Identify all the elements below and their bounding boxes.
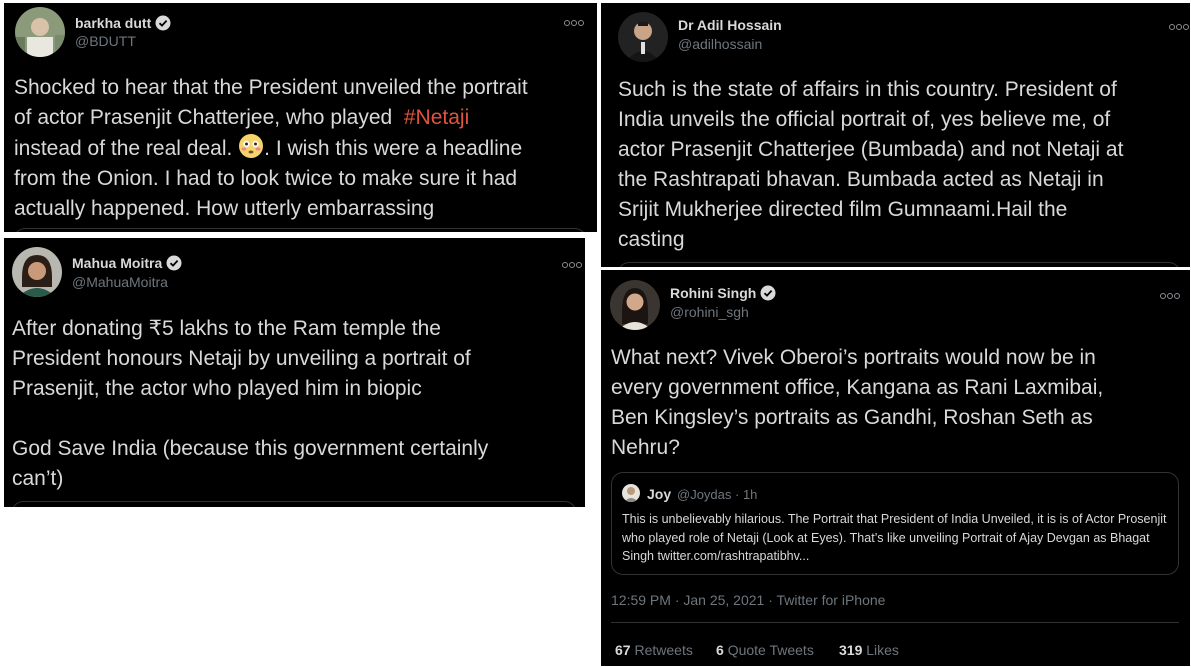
author-handle[interactable]: @rohini_sgh <box>670 304 749 320</box>
retweets-count: 67 <box>615 642 631 658</box>
embed-card-edge <box>14 228 586 232</box>
tweet-card-adil: Dr Adil Hossain @adilhossain Such is the… <box>601 3 1190 267</box>
tweet-text: After donating ₹5 lakhs to the Ram templ… <box>12 317 489 490</box>
author-name-text[interactable]: barkha dutt <box>75 15 151 31</box>
quoted-author-name[interactable]: Joy <box>647 486 671 502</box>
avatar[interactable] <box>12 247 62 297</box>
flushed-face-emoji <box>239 134 264 158</box>
likes-stat[interactable]: 319 Likes <box>839 642 899 658</box>
quote-tweets-label: Quote Tweets <box>727 642 814 658</box>
tweet-text: Shocked to hear that the President unvei… <box>14 73 594 224</box>
avatar[interactable] <box>15 7 65 57</box>
author-name-text[interactable]: Dr Adil Hossain <box>678 17 782 33</box>
tweet-text-middle: instead of the real deal. <box>14 137 233 160</box>
tweet-card-mahua: Mahua Moitra @MahuaMoitra After donating… <box>4 238 585 507</box>
likes-label: Likes <box>866 642 899 658</box>
embed-card-edge <box>12 501 576 507</box>
quoted-tweet-text: This is unbelievably hilarious. The Port… <box>622 512 1167 563</box>
retweets-label: Retweets <box>634 642 693 658</box>
author-handle[interactable]: @BDUTT <box>75 33 136 49</box>
divider <box>611 622 1179 623</box>
author-name-text[interactable]: Mahua Moitra <box>72 255 162 271</box>
more-options-icon[interactable] <box>564 13 585 29</box>
likes-count: 319 <box>839 642 863 658</box>
avatar[interactable] <box>618 12 668 62</box>
retweets-stat[interactable]: 67 Retweets <box>615 642 693 658</box>
tweet-card-barkha: barkha dutt @BDUTT Shocked to hear that … <box>4 3 597 232</box>
quoted-tweet[interactable]: Joy @Joydas · 1h This is unbelievably hi… <box>611 472 1179 575</box>
more-options-icon[interactable] <box>1169 17 1190 33</box>
more-options-icon[interactable] <box>1160 286 1181 302</box>
author-name[interactable]: Dr Adil Hossain <box>678 17 782 33</box>
author-name[interactable]: barkha dutt <box>75 15 171 31</box>
more-options-icon[interactable] <box>562 255 583 271</box>
tweet-card-rohini: Rohini Singh @rohini_sgh What next? Vive… <box>601 270 1190 666</box>
quoted-time: · 1h <box>735 487 758 502</box>
verified-badge-icon <box>155 15 171 31</box>
quote-tweets-count: 6 <box>716 642 724 658</box>
author-name-text[interactable]: Rohini Singh <box>670 285 756 301</box>
tweet-text: What next? Vivek Oberoi’s portraits woul… <box>611 346 1104 459</box>
embed-card-edge <box>618 262 1180 267</box>
author-handle[interactable]: @adilhossain <box>678 36 762 52</box>
author-handle[interactable]: @MahuaMoitra <box>72 274 168 290</box>
quote-tweets-stat[interactable]: 6 Quote Tweets <box>716 642 814 658</box>
avatar[interactable] <box>610 280 660 330</box>
tweet-timestamp[interactable]: 12:59 PM · Jan 25, 2021 · Twitter for iP… <box>611 592 885 608</box>
quoted-avatar[interactable] <box>622 484 640 502</box>
author-name[interactable]: Rohini Singh <box>670 285 776 301</box>
hashtag-link[interactable]: #Netaji <box>404 106 469 129</box>
verified-badge-icon <box>166 255 182 271</box>
author-name[interactable]: Mahua Moitra <box>72 255 182 271</box>
quoted-author-meta[interactable]: @Joydas · 1h <box>677 487 757 502</box>
tweet-text: Such is the state of affairs in this cou… <box>618 78 1124 251</box>
quoted-author-handle[interactable]: @Joydas <box>677 487 731 502</box>
verified-badge-icon <box>760 285 776 301</box>
